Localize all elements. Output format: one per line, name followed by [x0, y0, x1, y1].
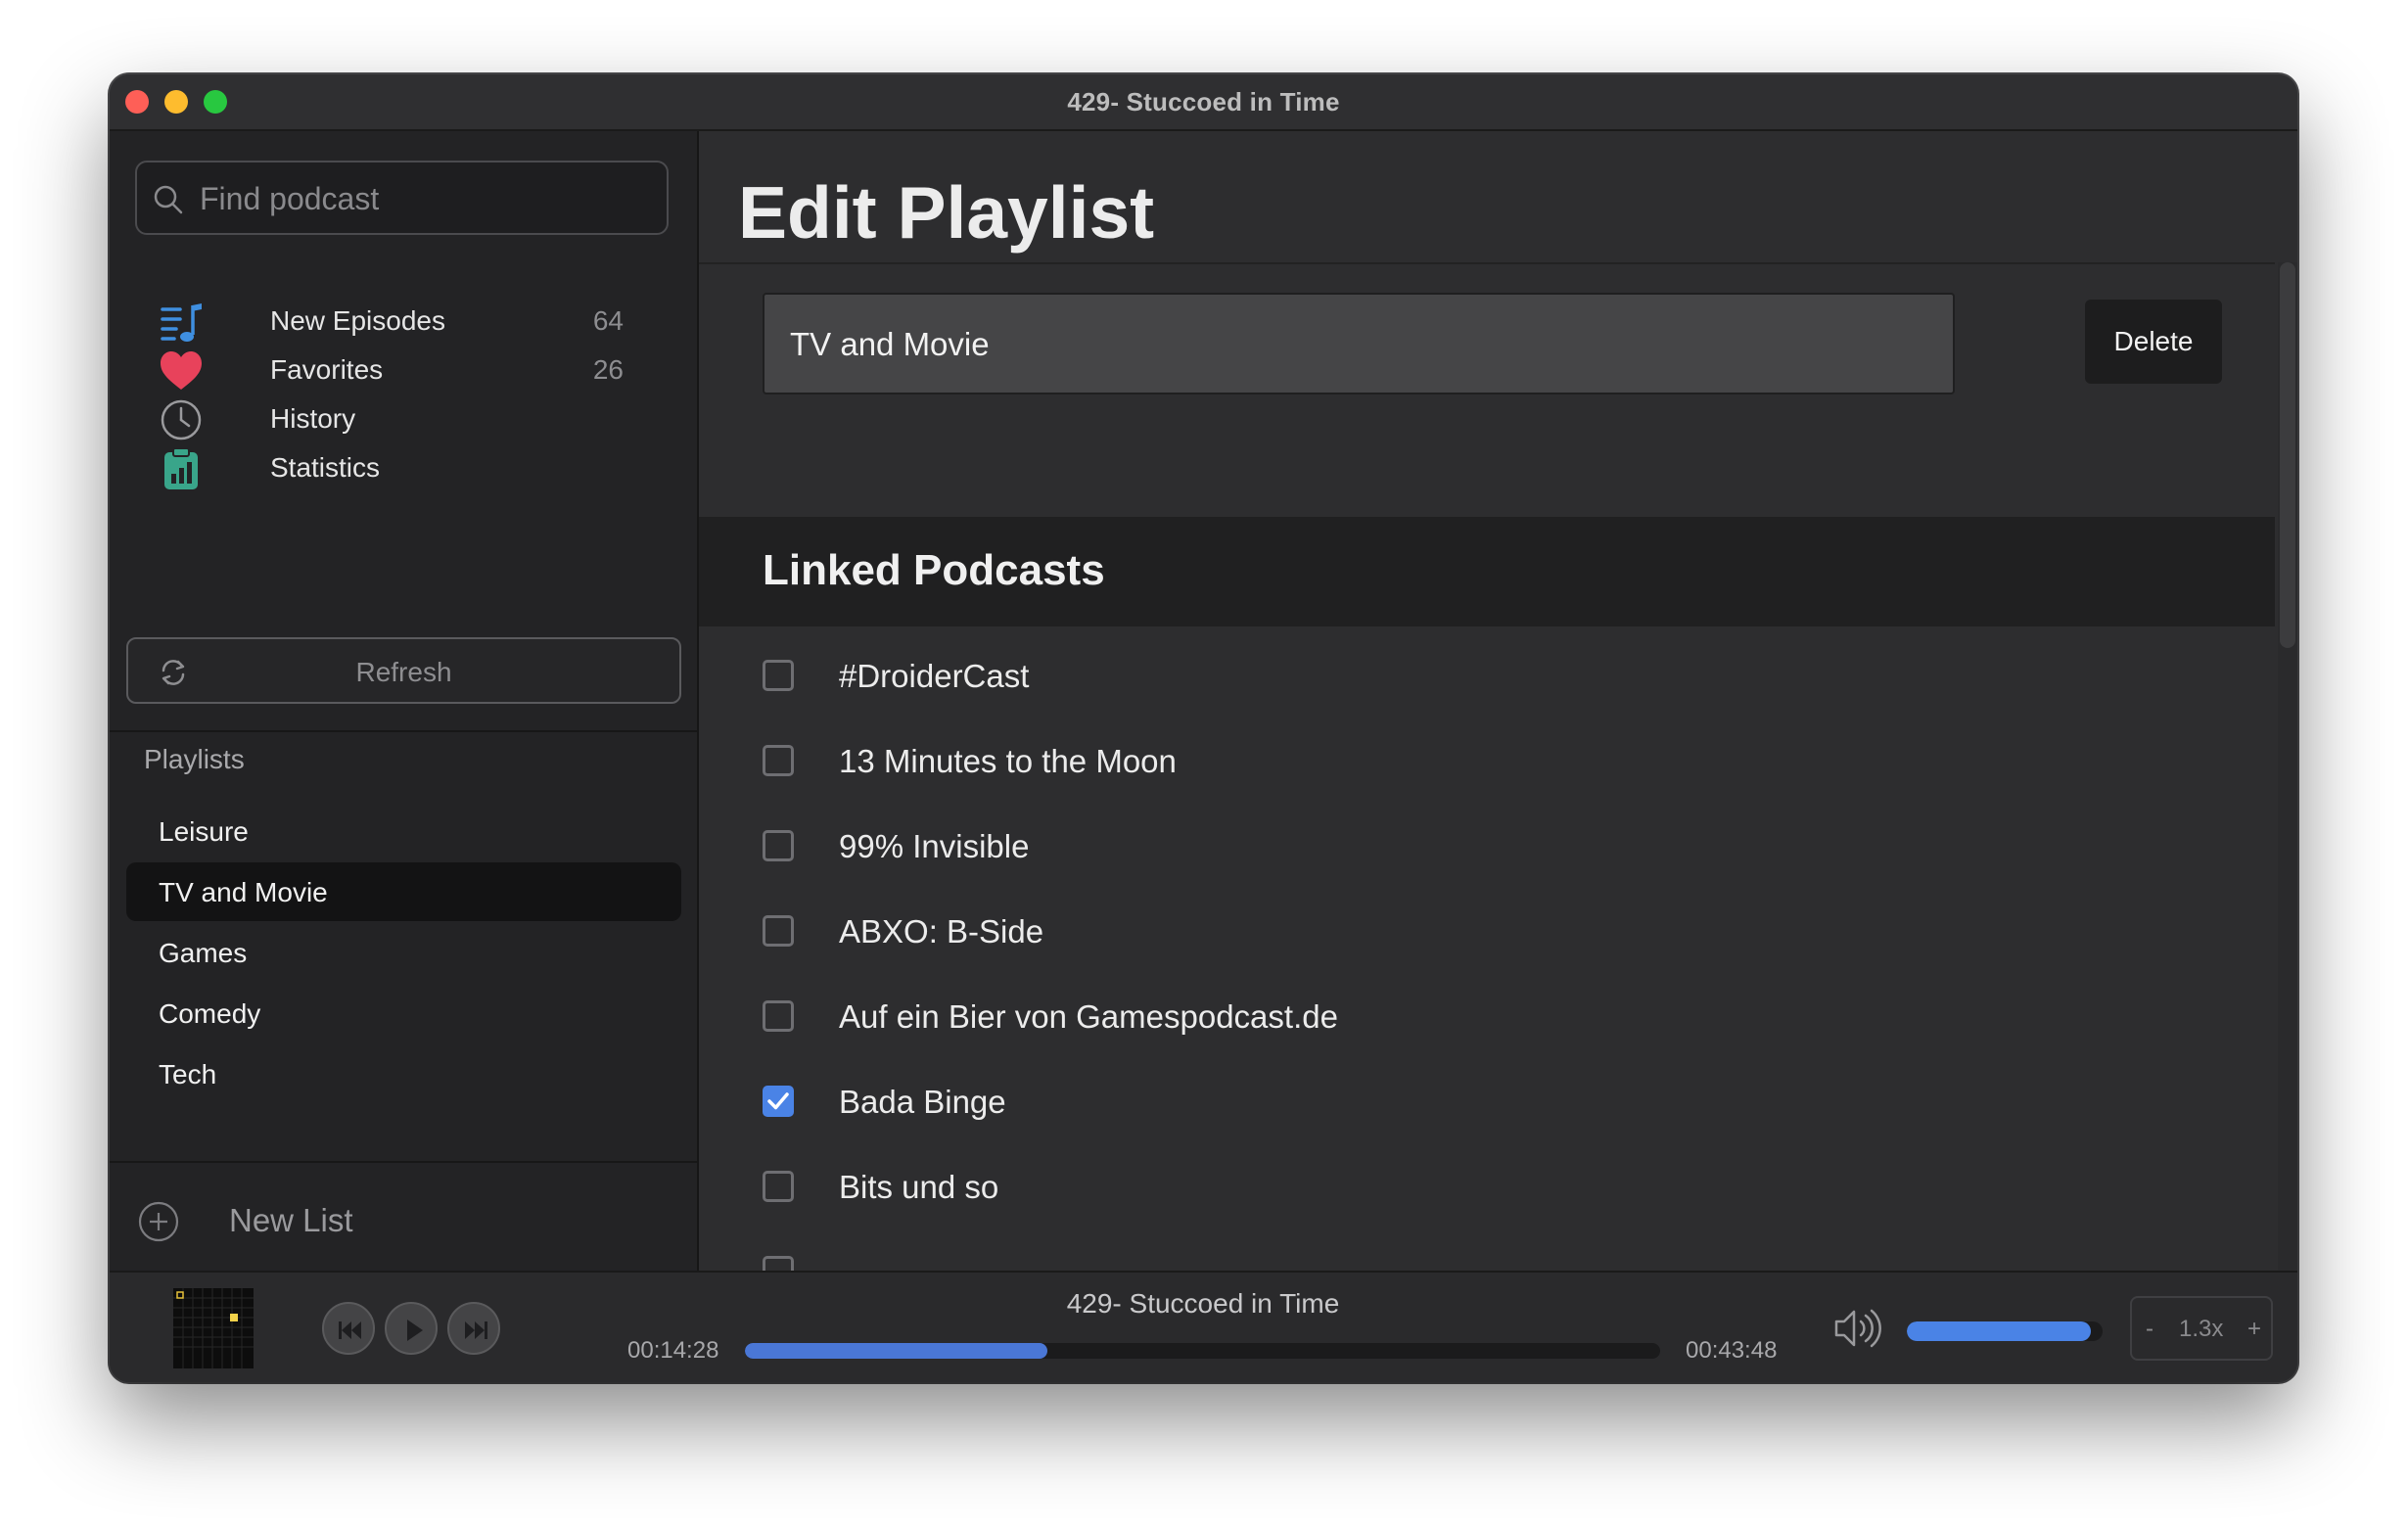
list-item[interactable]: Bada Binge — [763, 1076, 2133, 1135]
podcast-list: #DroiderCast 13 Minutes to the Moon 99% … — [699, 626, 2275, 1271]
favorites-count: 26 — [592, 354, 624, 385]
linked-podcasts-title: Linked Podcasts — [763, 546, 1105, 594]
refresh-button[interactable]: Refresh — [126, 637, 681, 704]
podcast-name: 99% Invisible — [839, 828, 1030, 864]
refresh-label: Refresh — [355, 657, 452, 687]
sidebar-item-statistics[interactable]: Statistics — [159, 437, 677, 499]
search-input[interactable] — [198, 162, 652, 235]
playlist-item-tv-and-movie[interactable]: TV and Movie — [126, 862, 681, 921]
list-item[interactable]: ABXO: B-Side — [763, 905, 2133, 964]
app-window: 429- Stuccoed in Time New Episodes 64 — [110, 74, 2297, 1382]
playlist-name-field[interactable] — [763, 293, 1955, 394]
progress-bar[interactable] — [745, 1343, 1660, 1359]
progress-fill — [745, 1343, 1047, 1359]
checkbox[interactable] — [763, 1256, 794, 1271]
scrollbar[interactable] — [2278, 262, 2297, 1271]
podcast-name: ABXO: B-Side — [839, 913, 1044, 950]
sidebar-item-label: Favorites — [270, 354, 384, 385]
playlist-item-games[interactable]: Games — [126, 923, 681, 982]
speed-decrease-button[interactable]: - — [2146, 1316, 2153, 1343]
podcast-name: Bada Binge — [839, 1084, 1006, 1120]
search-box[interactable] — [135, 161, 669, 235]
checkbox-checked[interactable] — [763, 1086, 794, 1117]
episode-title: 429- Stuccoed in Time — [1066, 1288, 1340, 1319]
sidebar-item-label: New Episodes — [270, 305, 445, 336]
player-bar: 429- Stuccoed in Time 00:14:28 00:43:48 … — [110, 1271, 2297, 1382]
sidebar-item-label: Statistics — [270, 452, 381, 483]
clipboard-chart-icon — [164, 447, 198, 489]
checkbox[interactable] — [763, 915, 794, 947]
header-divider — [699, 262, 2275, 264]
podcast-name: Bits und so — [839, 1169, 999, 1205]
skip-back-button[interactable] — [322, 1302, 375, 1355]
new-list-label: New List — [229, 1202, 353, 1238]
checkbox[interactable] — [763, 830, 794, 861]
new-episodes-count: 64 — [592, 305, 624, 336]
sidebar-divider — [110, 1161, 697, 1163]
page-title: Edit Playlist — [738, 171, 1155, 254]
checkbox[interactable] — [763, 745, 794, 776]
checkbox[interactable] — [763, 660, 794, 691]
elapsed-time: 00:14:28 — [627, 1337, 719, 1364]
podcast-name: Auf ein Bier von Gamespodcast.de — [839, 998, 1338, 1035]
volume-fill — [1907, 1321, 2091, 1341]
speed-increase-button[interactable]: + — [2247, 1316, 2261, 1343]
checkbox[interactable] — [763, 1171, 794, 1202]
playlist-item-leisure[interactable]: Leisure — [126, 802, 681, 860]
skip-forward-button[interactable] — [447, 1302, 500, 1355]
rewind-icon — [339, 1321, 361, 1339]
playlists-header: Playlists — [144, 744, 245, 774]
podcast-name: #DroiderCast — [839, 658, 1030, 694]
delete-button[interactable]: Delete — [2085, 300, 2222, 384]
scrollbar-thumb[interactable] — [2280, 262, 2295, 648]
window-title: 429- Stuccoed in Time — [1067, 87, 1340, 116]
edit-playlist-pane: Edit Playlist Delete Linked Podcasts #Dr… — [699, 131, 2297, 1271]
play-button[interactable] — [385, 1302, 438, 1355]
volume-slider[interactable] — [1907, 1321, 2103, 1341]
fast-forward-icon — [465, 1321, 487, 1339]
playlist-item-label: Leisure — [159, 816, 249, 847]
list-item[interactable]: Auf ein Bier von Gamespodcast.de — [763, 991, 2133, 1049]
list-item[interactable]: 99% Invisible — [763, 820, 2133, 879]
playlist-item-tech[interactable]: Tech — [126, 1044, 681, 1103]
sidebar: New Episodes 64 Favorites 26 History — [110, 131, 699, 1271]
list-item[interactable]: Bits und so — [763, 1161, 2133, 1220]
episode-artwork[interactable] — [173, 1288, 254, 1368]
play-icon — [407, 1320, 423, 1341]
speed-value: 1.3x — [2179, 1316, 2224, 1342]
playlist-item-comedy[interactable]: Comedy — [126, 984, 681, 1042]
checkmark-icon — [767, 1092, 789, 1110]
new-list-button[interactable]: New List — [137, 1192, 529, 1251]
podcast-name: 13 Minutes to the Moon — [839, 743, 1177, 779]
list-item[interactable] — [763, 1246, 2133, 1271]
playback-speed-control: - 1.3x + — [2130, 1296, 2273, 1361]
search-icon — [154, 185, 183, 214]
playlist-item-label: TV and Movie — [159, 877, 328, 907]
playlist-name-input[interactable] — [788, 295, 1918, 394]
linked-podcasts-header: Linked Podcasts — [699, 517, 2275, 626]
list-item[interactable]: 13 Minutes to the Moon — [763, 735, 2133, 794]
volume-icon[interactable] — [1832, 1306, 1885, 1351]
list-item[interactable]: #DroiderCast — [763, 650, 2133, 709]
playlist-item-label: Tech — [159, 1059, 217, 1089]
plus-circle-icon — [138, 1201, 179, 1242]
playlist-item-label: Games — [159, 938, 248, 968]
playlist-item-label: Comedy — [159, 998, 261, 1029]
sidebar-item-label: History — [270, 403, 356, 434]
total-time: 00:43:48 — [1686, 1337, 1778, 1364]
artwork-image — [173, 1288, 254, 1368]
checkbox[interactable] — [763, 1000, 794, 1032]
title-bar: 429- Stuccoed in Time — [110, 74, 2297, 131]
sidebar-divider — [110, 730, 697, 732]
